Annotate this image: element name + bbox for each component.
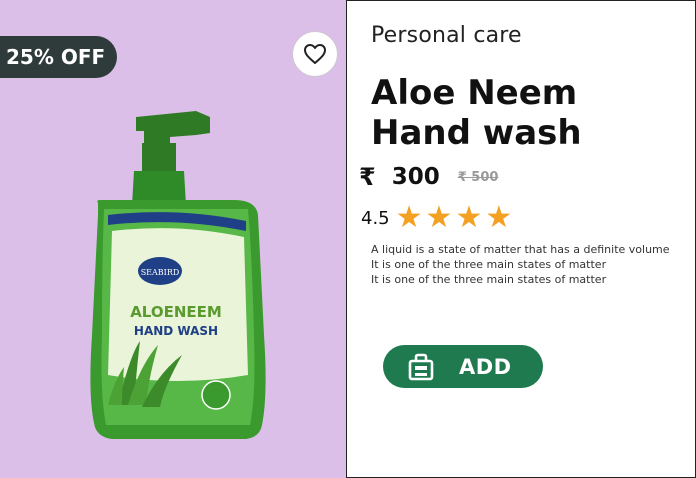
original-price: ₹ 500 [457, 169, 499, 185]
discount-label: 25% OFF [6, 45, 106, 69]
description-line: It is one of the three main states of ma… [371, 273, 607, 286]
bottle-line1-text: ALOENEEM [130, 303, 222, 321]
star-icon: ★ [455, 200, 483, 235]
favorite-button[interactable] [292, 31, 338, 77]
product-details: Personal care Aloe Neem Hand wash ₹ 300 … [346, 0, 696, 478]
rating-value: 4.5 [361, 207, 390, 229]
heart-icon [304, 44, 326, 64]
star-icon: ★ [485, 200, 513, 235]
add-button-label: ADD [459, 354, 512, 379]
product-title: Aloe Neem Hand wash [371, 73, 681, 153]
description-line: It is one of the three main states of ma… [371, 258, 607, 271]
product-description: A liquid is a state of matter that has a… [371, 242, 691, 287]
rating-row: 4.5 ★ ★ ★ ★ [361, 203, 515, 233]
bottle-brand-text: SEABIRD [141, 268, 180, 277]
description-line: A liquid is a state of matter that has a… [371, 243, 670, 256]
shopping-bag-icon [408, 353, 434, 380]
add-to-cart-button[interactable]: ADD [383, 345, 543, 388]
product-card[interactable]: 25% OFF SEABIRD ALOENEEM HAND WASH Perso… [0, 0, 696, 478]
rupee-icon: ₹ [359, 163, 376, 191]
current-price: 300 [391, 164, 440, 190]
product-image: SEABIRD ALOENEEM HAND WASH [90, 111, 266, 439]
star-icon: ★ [425, 200, 453, 235]
discount-badge: 25% OFF [0, 36, 118, 78]
product-title-line1: Aloe Neem [371, 73, 578, 113]
product-media: 25% OFF SEABIRD ALOENEEM HAND WASH [0, 0, 346, 478]
product-category: Personal care [371, 23, 522, 48]
product-title-line2: Hand wash [371, 113, 582, 153]
price-row: ₹ 300 ₹ 500 [359, 163, 498, 191]
star-icon: ★ [395, 200, 423, 235]
bottle-line2-text: HAND WASH [134, 324, 218, 338]
